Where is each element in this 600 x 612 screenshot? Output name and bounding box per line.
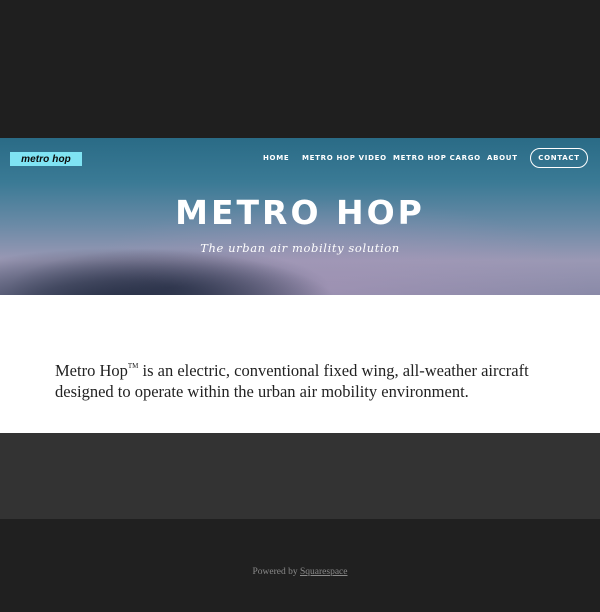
nav-link-metro-hop-cargo[interactable]: METRO HOP CARGO xyxy=(393,154,481,162)
nav-link-metro-hop-video[interactable]: METRO HOP VIDEO xyxy=(302,154,387,162)
empty-section xyxy=(0,433,600,519)
page: metro hop HOME METRO HOP VIDEO METRO HOP… xyxy=(0,0,600,612)
nav-link-home[interactable]: HOME xyxy=(263,154,289,162)
contact-button[interactable]: CONTACT xyxy=(530,148,588,168)
hero-banner: metro hop HOME METRO HOP VIDEO METRO HOP… xyxy=(0,138,600,295)
hero-title: METRO HOP xyxy=(175,193,425,232)
footer-prefix: Powered by xyxy=(252,567,300,577)
trademark-symbol: TM xyxy=(127,361,139,370)
content-section: Metro HopTM is an electric, conventional… xyxy=(0,295,600,433)
footer: Powered by Squarespace xyxy=(0,519,600,612)
top-nav: metro hop HOME METRO HOP VIDEO METRO HOP… xyxy=(0,138,600,178)
nav-link-about[interactable]: ABOUT xyxy=(487,154,518,162)
footer-credit: Powered by Squarespace xyxy=(0,567,600,577)
squarespace-link[interactable]: Squarespace xyxy=(300,567,347,577)
intro-paragraph: Metro HopTM is an electric, conventional… xyxy=(55,360,555,402)
hero-subtitle: The urban air mobility solution xyxy=(200,241,400,255)
top-band xyxy=(0,0,600,138)
site-logo[interactable]: metro hop xyxy=(10,152,82,166)
logo-text: metro hop xyxy=(21,153,71,165)
intro-product-name: Metro Hop xyxy=(55,360,128,380)
